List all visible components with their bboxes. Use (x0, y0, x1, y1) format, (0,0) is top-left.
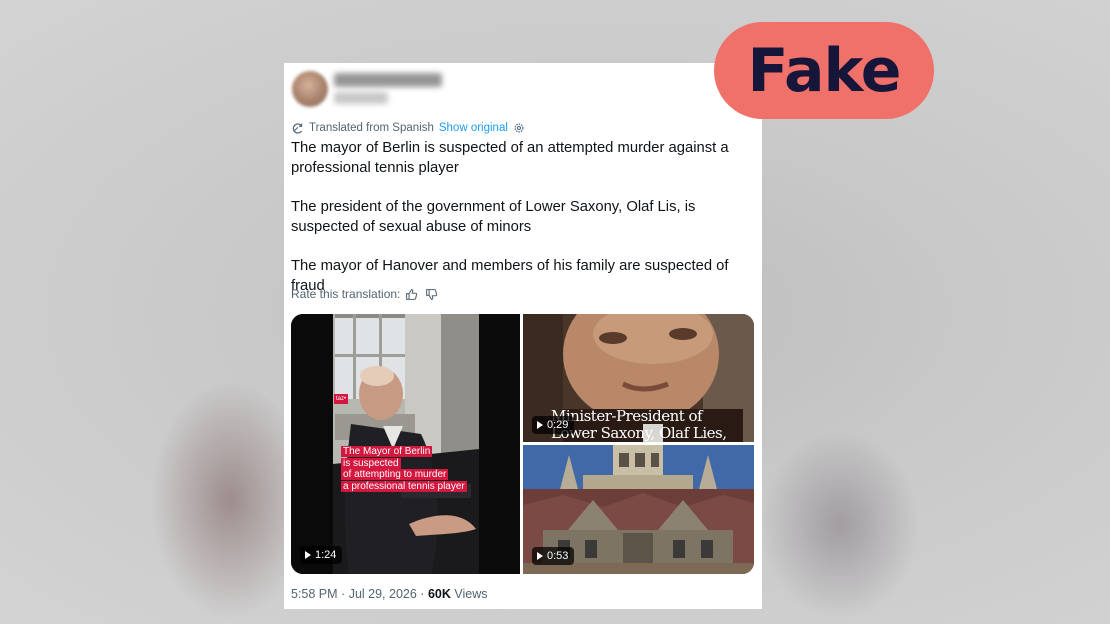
display-name-blurred[interactable] (334, 73, 442, 87)
play-icon (537, 421, 543, 429)
media-grid: taz• The Mayor of Berlin is suspected of… (291, 314, 754, 574)
video-duration: 0:53 (547, 550, 569, 562)
video-thumbnail[interactable]: 0:53 (523, 445, 754, 574)
video-thumbnail[interactable]: Minister-President of Lower Saxony, Olaf… (523, 314, 754, 442)
translate-icon (292, 122, 303, 134)
play-icon (305, 551, 311, 559)
background-blur (760, 430, 920, 620)
tweet-time[interactable]: 5:58 PM (291, 587, 338, 601)
tweet-meta: 5:58 PM · Jul 29, 2026 · 60K Views (291, 587, 488, 601)
tweet-paragraph: The mayor of Berlin is suspected of an a… (291, 140, 729, 176)
video-still-berlin (291, 314, 520, 574)
tweet-date[interactable]: Jul 29, 2026 (349, 587, 417, 601)
meta-separator: · (420, 587, 425, 601)
thumbs-down-icon[interactable] (425, 288, 438, 301)
video-duration-badge: 1:24 (300, 546, 343, 564)
video-caption-line: Minister-President of (551, 407, 703, 425)
video-caption-line: a professional tennis player (341, 480, 467, 492)
fake-verdict-badge: Fake (714, 22, 934, 119)
video-duration: 0:29 (547, 419, 569, 431)
avatar[interactable] (292, 71, 328, 107)
thumbs-up-icon[interactable] (405, 288, 418, 301)
video-duration: 1:24 (315, 549, 337, 561)
tweet-paragraph: The president of the government of Lower… (291, 199, 696, 235)
show-original-link[interactable]: Show original (439, 122, 508, 134)
tweet-text: The mayor of Berlin is suspected of an a… (291, 138, 757, 296)
rate-translation-row: Rate this translation: (291, 285, 438, 303)
translation-notice: Translated from Spanish (309, 122, 434, 134)
views-label: Views (454, 587, 488, 601)
video-caption: Minister-President of Lower Saxony, Olaf… (551, 408, 751, 442)
video-thumbnail[interactable]: taz• The Mayor of Berlin is suspected of… (291, 314, 520, 574)
video-caption-line: The Mayor of Berlin (341, 446, 433, 457)
play-icon (537, 552, 543, 560)
video-source-tag: taz• (334, 394, 349, 404)
fake-verdict-label: Fake (747, 35, 902, 106)
translation-notice-row: Translated from Spanish Show original (291, 120, 525, 136)
rate-translation-label: Rate this translation: (291, 287, 401, 301)
video-duration-badge: 0:29 (532, 416, 575, 434)
video-caption-line: is suspected (341, 457, 401, 469)
handle-blurred[interactable] (334, 92, 388, 104)
settings-icon[interactable] (513, 122, 525, 134)
video-caption-line: Lower Saxony, Olaf Lies, (551, 424, 727, 442)
video-duration-badge: 0:53 (532, 547, 575, 565)
meta-separator: · (341, 587, 346, 601)
video-caption: The Mayor of Berlin is suspected of atte… (341, 446, 467, 492)
tweet-card: Translated from Spanish Show original Th… (284, 63, 762, 609)
video-caption-line: of attempting to murder (341, 469, 449, 480)
views-count: 60K (427, 587, 451, 601)
